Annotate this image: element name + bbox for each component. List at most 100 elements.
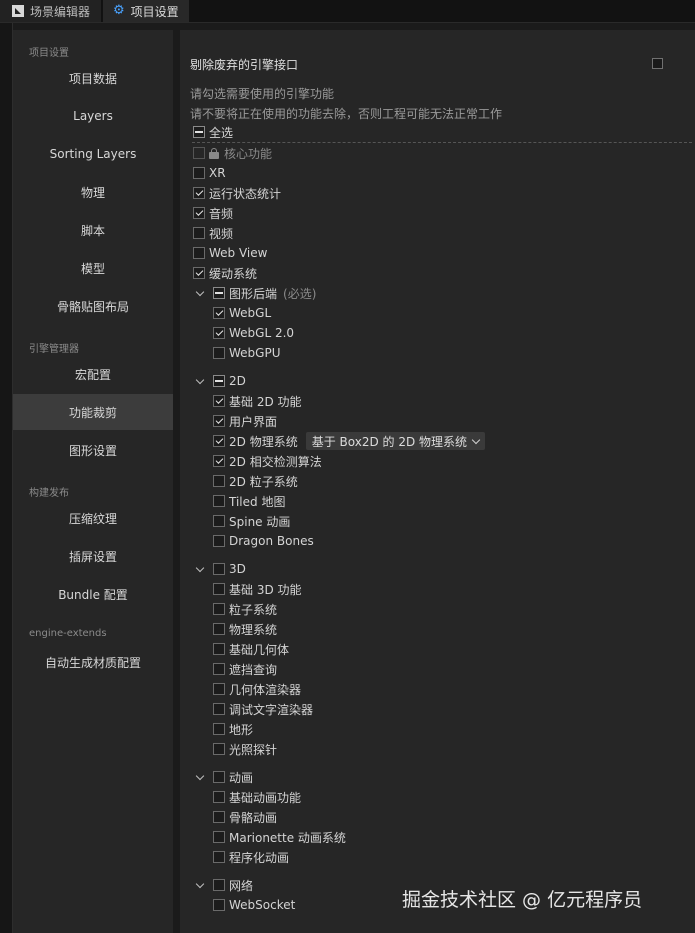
checkbox[interactable] xyxy=(213,495,225,507)
feature-row[interactable]: Web View xyxy=(193,244,267,262)
checkbox[interactable] xyxy=(193,247,205,259)
feature-row[interactable]: Dragon Bones xyxy=(213,532,314,550)
sidebar-item[interactable]: 脚本 xyxy=(13,212,173,248)
checkbox[interactable] xyxy=(193,167,205,179)
feature-row[interactable]: 基础 2D 功能 xyxy=(213,392,302,410)
tab-scene-editor[interactable]: 场景编辑器 xyxy=(0,0,102,22)
checkbox[interactable] xyxy=(193,207,205,219)
feature-row[interactable]: 视频 xyxy=(193,224,233,242)
checkbox[interactable] xyxy=(193,227,205,239)
feature-label: 音频 xyxy=(209,206,234,221)
feature-row[interactable]: 核心功能 xyxy=(193,144,272,162)
feature-row[interactable]: 骨骼动画 xyxy=(213,808,277,826)
feature-row[interactable]: 粒子系统 xyxy=(213,600,277,618)
feature-row[interactable]: XR xyxy=(193,164,226,182)
feature-row[interactable]: 基础 3D 功能 xyxy=(213,580,302,598)
checkbox[interactable] xyxy=(213,327,225,339)
select-all-checkbox[interactable] xyxy=(193,126,205,138)
sidebar-item[interactable]: Sorting Layers xyxy=(13,136,173,172)
sidebar-item[interactable]: 物理 xyxy=(13,174,173,210)
checkbox[interactable] xyxy=(213,415,225,427)
checkbox[interactable] xyxy=(213,791,225,803)
feature-row[interactable]: WebGPU xyxy=(213,344,280,362)
feature-group-row[interactable]: 2D xyxy=(195,372,246,390)
chevron-down-icon[interactable] xyxy=(195,772,205,782)
checkbox[interactable] xyxy=(213,723,225,735)
sidebar-item[interactable]: 图形设置 xyxy=(13,432,173,468)
checkbox[interactable] xyxy=(213,643,225,655)
group-checkbox[interactable] xyxy=(213,375,225,387)
feature-row[interactable]: 基础几何体 xyxy=(213,640,289,658)
tab-project-settings[interactable]: ⚙ 项目设置 xyxy=(103,0,189,22)
checkbox[interactable] xyxy=(213,703,225,715)
feature-group-row[interactable]: 动画 xyxy=(195,768,253,786)
checkbox[interactable] xyxy=(213,811,225,823)
checkbox[interactable] xyxy=(213,851,225,863)
checkbox[interactable] xyxy=(213,475,225,487)
feature-row[interactable]: 缓动系统 xyxy=(193,264,257,282)
sidebar-item[interactable]: Layers xyxy=(13,98,173,134)
feature-row[interactable]: 光照探针 xyxy=(213,740,277,758)
sidebar-item[interactable]: 压缩纹理 xyxy=(13,500,173,536)
feature-group-row[interactable]: 3D xyxy=(195,560,246,578)
sidebar-item[interactable]: 项目数据 xyxy=(13,60,173,96)
sidebar-item[interactable]: 自动生成材质配置 xyxy=(13,644,173,680)
feature-row[interactable]: 地形 xyxy=(213,720,253,738)
feature-row[interactable]: 基础动画功能 xyxy=(213,788,301,806)
chevron-down-icon[interactable] xyxy=(195,376,205,386)
feature-group-row[interactable]: 网络 xyxy=(195,876,253,894)
feature-row[interactable]: WebSocket xyxy=(213,896,295,914)
feature-row[interactable]: Tiled 地图 xyxy=(213,492,285,510)
feature-row[interactable]: 音频 xyxy=(193,204,233,222)
chevron-down-icon[interactable] xyxy=(195,564,205,574)
feature-row[interactable]: 调试文字渲染器 xyxy=(213,700,313,718)
feature-row[interactable]: 2D 粒子系统 xyxy=(213,472,298,490)
checkbox[interactable] xyxy=(213,535,225,547)
checkbox[interactable] xyxy=(213,603,225,615)
select-all-row[interactable]: 全选 xyxy=(193,123,233,141)
sidebar-item[interactable]: 宏配置 xyxy=(13,356,173,392)
feature-row[interactable]: 运行状态统计 xyxy=(193,184,281,202)
sidebar-item[interactable]: 模型 xyxy=(13,250,173,286)
feature-row[interactable]: Spine 动画 xyxy=(213,512,290,530)
checkbox[interactable] xyxy=(213,307,225,319)
feature-row[interactable]: 遮挡查询 xyxy=(213,660,277,678)
checkbox[interactable] xyxy=(193,267,205,279)
feature-row[interactable]: 几何体渲染器 xyxy=(213,680,301,698)
checkbox[interactable] xyxy=(213,347,225,359)
checkbox[interactable] xyxy=(213,831,225,843)
sidebar-item[interactable]: 功能裁剪 xyxy=(13,394,173,430)
checkbox[interactable] xyxy=(213,683,225,695)
group-checkbox[interactable] xyxy=(213,287,225,299)
checkbox[interactable] xyxy=(213,435,225,447)
physics-engine-select[interactable]: 基于 Box2D 的 2D 物理系统 xyxy=(305,432,486,450)
checkbox[interactable] xyxy=(213,663,225,675)
group-checkbox[interactable] xyxy=(213,771,225,783)
panel-splitter[interactable] xyxy=(173,30,180,933)
checkbox[interactable] xyxy=(213,743,225,755)
chevron-down-icon[interactable] xyxy=(195,880,205,890)
feature-row[interactable]: WebGL 2.0 xyxy=(213,324,294,342)
group-checkbox[interactable] xyxy=(213,563,225,575)
chevron-down-icon[interactable] xyxy=(195,288,205,298)
feature-row[interactable]: Marionette 动画系统 xyxy=(213,828,346,846)
sidebar-item[interactable]: 插屏设置 xyxy=(13,538,173,574)
deprecated-api-checkbox[interactable] xyxy=(652,58,663,69)
feature-row[interactable]: 2D 物理系统 基于 Box2D 的 2D 物理系统 xyxy=(213,432,486,450)
group-checkbox[interactable] xyxy=(213,879,225,891)
feature-group-row[interactable]: 图形后端 (必选) xyxy=(195,284,316,302)
checkbox[interactable] xyxy=(213,583,225,595)
feature-row[interactable]: WebGL xyxy=(213,304,271,322)
feature-row[interactable]: 用户界面 xyxy=(213,412,277,430)
checkbox[interactable] xyxy=(193,187,205,199)
feature-row[interactable]: 2D 相交检测算法 xyxy=(213,452,322,470)
feature-row[interactable]: 程序化动画 xyxy=(213,848,289,866)
checkbox[interactable] xyxy=(213,623,225,635)
feature-row[interactable]: 物理系统 xyxy=(213,620,277,638)
sidebar-item[interactable]: Bundle 配置 xyxy=(13,576,173,612)
checkbox[interactable] xyxy=(213,455,225,467)
checkbox[interactable] xyxy=(213,899,225,911)
checkbox[interactable] xyxy=(213,515,225,527)
checkbox[interactable] xyxy=(213,395,225,407)
sidebar-item[interactable]: 骨骼贴图布局 xyxy=(13,288,173,324)
